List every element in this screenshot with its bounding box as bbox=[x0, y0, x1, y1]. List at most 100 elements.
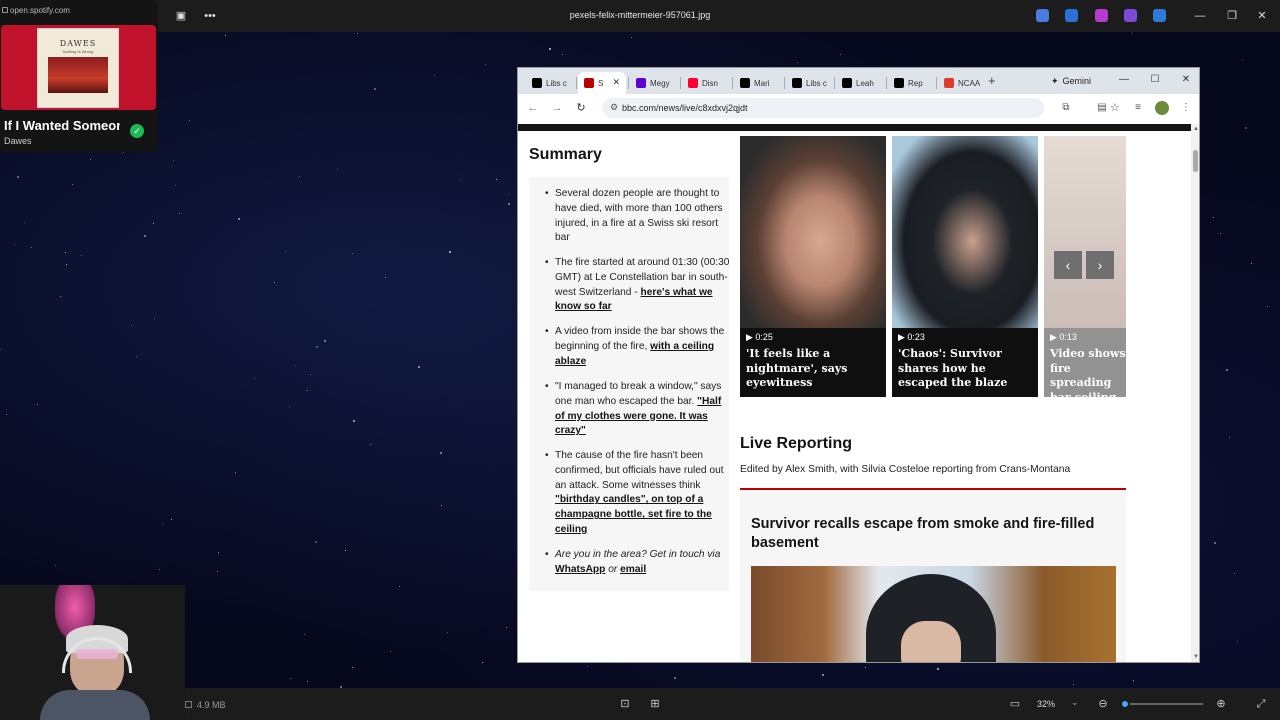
browser-close-icon[interactable]: ✕ bbox=[1179, 73, 1193, 87]
back-icon[interactable]: ← bbox=[526, 101, 540, 115]
maximize-icon[interactable]: ❐ bbox=[1224, 8, 1240, 24]
gemini-button[interactable]: ✦ Gemini bbox=[1043, 73, 1099, 89]
site-info-icon[interactable]: ⚙ bbox=[610, 102, 618, 113]
star bbox=[353, 420, 355, 422]
summary-heading: Summary bbox=[529, 146, 602, 163]
url-text: bbc.com/news/live/c8xdxvj2qjdt bbox=[622, 103, 748, 113]
scroll-up-icon[interactable]: ▲ bbox=[1192, 126, 1199, 132]
browser-toolbar: ← → ↻ ⚙ bbc.com/news/live/c8xdxvj2qjdt ☆… bbox=[518, 94, 1199, 122]
reload-icon[interactable]: ↻ bbox=[574, 101, 588, 115]
star bbox=[65, 252, 66, 253]
zoom-in-icon[interactable]: ⊕ bbox=[1215, 698, 1227, 710]
viewer-file-title: pexels-felix-mittermeier-957061.jpg bbox=[569, 10, 711, 20]
zoom-out-icon[interactable]: ⊖ bbox=[1097, 698, 1109, 710]
star bbox=[235, 472, 236, 473]
tab-5[interactable]: Libs c bbox=[786, 72, 834, 94]
visual-search-icon[interactable]: ⊡ bbox=[619, 698, 631, 710]
chevron-down-icon[interactable]: ⌄ bbox=[1071, 697, 1079, 708]
fullscreen-icon[interactable]: ⤢ bbox=[1255, 698, 1267, 710]
fit-screen-icon[interactable]: ▭ bbox=[1009, 698, 1021, 710]
summary-link[interactable]: "birthday candles", on top of a champagn… bbox=[555, 494, 712, 535]
star bbox=[631, 37, 632, 38]
browser-minimize-icon[interactable]: — bbox=[1117, 73, 1131, 87]
star bbox=[390, 651, 391, 652]
scroll-thumb[interactable] bbox=[1193, 150, 1198, 172]
file-size-icon bbox=[185, 701, 192, 708]
gemini-label: Gemini bbox=[1062, 76, 1092, 86]
menu-kebab-icon[interactable]: ⋮ bbox=[1179, 101, 1193, 115]
scroll-down-icon[interactable]: ▼ bbox=[1192, 654, 1199, 660]
star bbox=[37, 404, 38, 405]
tab-separator bbox=[576, 77, 577, 89]
tab-label: Libs c bbox=[806, 78, 827, 88]
close-icon[interactable]: ✕ bbox=[1254, 8, 1270, 24]
tab-3[interactable]: Disn bbox=[682, 72, 730, 94]
extensions-icon[interactable]: ⧉ bbox=[1059, 101, 1073, 115]
tab-8[interactable]: NCAA bbox=[938, 72, 986, 94]
tab-0[interactable]: Libs c bbox=[526, 72, 574, 94]
star bbox=[289, 406, 290, 407]
star bbox=[6, 414, 7, 415]
tab-6[interactable]: Leah bbox=[836, 72, 884, 94]
youtube-logo-icon bbox=[688, 78, 698, 88]
page-scrollbar[interactable] bbox=[1191, 124, 1199, 662]
reading-list-icon[interactable]: ≡ bbox=[1131, 101, 1145, 115]
profile-avatar[interactable] bbox=[1155, 101, 1169, 115]
edit-app-icon[interactable] bbox=[1065, 9, 1078, 22]
star bbox=[357, 33, 358, 34]
video-card[interactable]: ▶ 0:23 'Chaos': Survivor shares how he e… bbox=[892, 136, 1038, 397]
designer-icon[interactable] bbox=[1124, 9, 1137, 22]
new-tab-button[interactable]: + bbox=[988, 73, 996, 88]
live-post: Survivor recalls escape from smoke and f… bbox=[740, 490, 1126, 662]
browser-maximize-icon[interactable]: ☐ bbox=[1148, 73, 1162, 87]
post-title[interactable]: Survivor recalls escape from smoke and f… bbox=[751, 515, 1111, 553]
copilot-icon[interactable] bbox=[1036, 9, 1049, 22]
star bbox=[385, 277, 386, 278]
carousel-prev-button[interactable]: ‹ bbox=[1054, 251, 1082, 279]
split-view-icon[interactable]: ▤ bbox=[1095, 101, 1109, 115]
star bbox=[299, 176, 300, 177]
video-title: 'It feels like a nightmare', says eyewit… bbox=[746, 347, 848, 389]
video-duration-text: 0:23 bbox=[907, 332, 925, 342]
forward-icon[interactable]: → bbox=[550, 101, 564, 115]
tab-2[interactable]: Megy bbox=[630, 72, 678, 94]
tab-label: S bbox=[598, 78, 604, 88]
star bbox=[162, 523, 163, 524]
tab-1[interactable]: S ✕ bbox=[578, 72, 626, 94]
ncaa-logo-icon bbox=[944, 78, 954, 88]
video-card[interactable]: ▶ 0:25 'It feels like a nightmare', says… bbox=[740, 136, 886, 397]
star bbox=[1234, 573, 1235, 574]
onedrive-icon[interactable] bbox=[1153, 9, 1166, 22]
star bbox=[674, 677, 676, 679]
tab-4[interactable]: Mari bbox=[734, 72, 782, 94]
album-cover-art bbox=[48, 57, 108, 93]
tab-close-icon[interactable]: ✕ bbox=[612, 77, 620, 88]
tab-7[interactable]: Rep bbox=[888, 72, 936, 94]
star bbox=[285, 251, 286, 252]
spotify-widget[interactable]: open.spotify.com DAWES Nothing Is Wrong … bbox=[0, 0, 158, 152]
star bbox=[295, 365, 296, 366]
whatsapp-link[interactable]: WhatsApp bbox=[555, 564, 605, 575]
zoom-slider-thumb[interactable] bbox=[1119, 699, 1130, 709]
zoom-level[interactable]: 32% bbox=[1037, 699, 1055, 709]
text-extract-icon[interactable]: ⊞ bbox=[649, 698, 661, 710]
star bbox=[304, 634, 305, 635]
star bbox=[840, 54, 841, 55]
post-image bbox=[751, 566, 1116, 662]
carousel-next-button[interactable]: › bbox=[1086, 251, 1114, 279]
star bbox=[218, 552, 219, 553]
star bbox=[485, 64, 486, 65]
minimize-icon[interactable]: — bbox=[1192, 8, 1208, 24]
address-bar[interactable]: ⚙ bbc.com/news/live/c8xdxvj2qjdt ☆ bbox=[602, 98, 1120, 118]
more-options-icon[interactable]: ••• bbox=[202, 8, 218, 24]
zoom-slider[interactable] bbox=[1119, 699, 1203, 709]
tab-separator bbox=[680, 77, 681, 89]
gallery-icon[interactable]: ▣ bbox=[173, 8, 189, 24]
bookmark-star-icon[interactable]: ☆ bbox=[1110, 101, 1120, 114]
liked-check-icon[interactable]: ✓ bbox=[130, 124, 144, 138]
email-link[interactable]: email bbox=[620, 564, 646, 575]
tab-label: Leah bbox=[856, 78, 874, 88]
clipchamp-icon[interactable] bbox=[1095, 9, 1108, 22]
star bbox=[72, 184, 73, 185]
summary-item: Several dozen people are thought to have… bbox=[545, 187, 731, 246]
